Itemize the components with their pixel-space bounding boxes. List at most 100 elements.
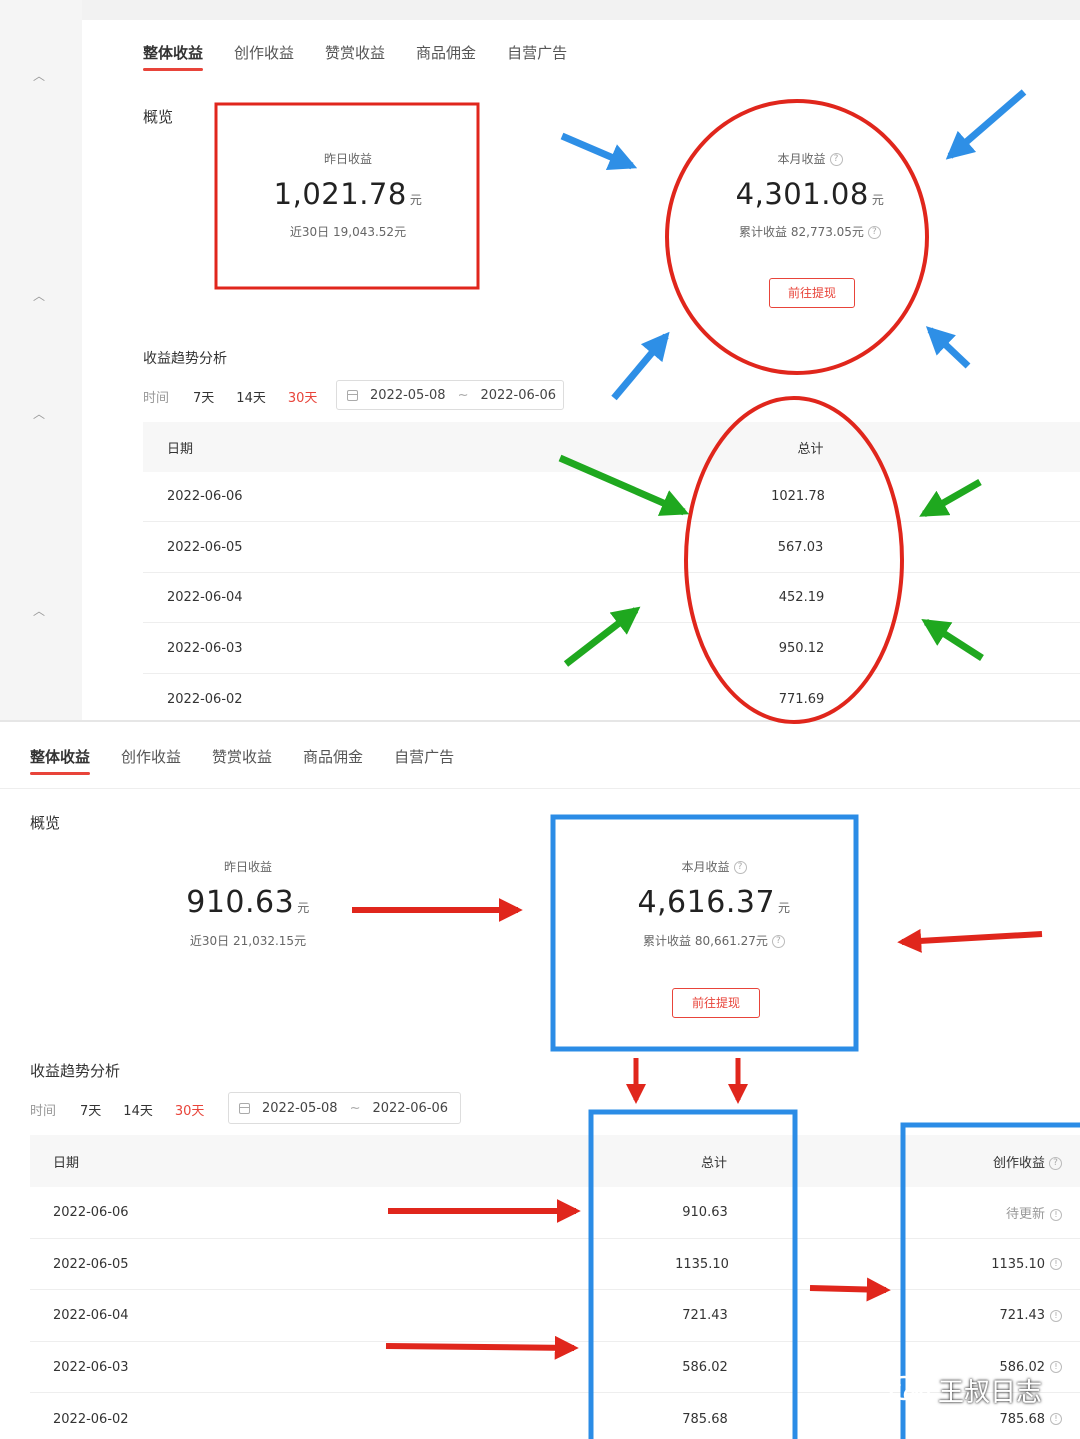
- date-start: 2022-05-08: [262, 1100, 338, 1116]
- question-circle-icon[interactable]: ?: [1049, 1156, 1062, 1170]
- table-row: 2022-06-04 721.43 721.43!: [30, 1290, 1080, 1342]
- tab-commission[interactable]: 商品佣金: [303, 747, 363, 777]
- col-total-header: 总计: [700, 1155, 727, 1171]
- unit-label: 元: [778, 901, 791, 915]
- table-row: 2022-06-06 910.63 待更新!: [30, 1187, 1080, 1239]
- table-header: 日期 总计 创作收益?: [30, 1135, 1080, 1187]
- tab-bar: 整体收益 创作收益 赞赏收益 商品佣金 自营广告: [143, 43, 598, 73]
- table-row: 2022-06-03 950.12: [143, 623, 1080, 674]
- tab-bar: 整体收益 创作收益 赞赏收益 商品佣金 自营广告: [30, 747, 485, 777]
- info-circle-icon[interactable]: !: [1050, 1258, 1062, 1270]
- yesterday-stat: 昨日收益 1,021.78 元 近30日 19,043.52元: [220, 150, 476, 240]
- tab-overall[interactable]: 整体收益: [30, 747, 91, 777]
- time-label: 时间: [143, 391, 170, 406]
- filter-30d[interactable]: 30天: [175, 1100, 205, 1119]
- table-row: 2022-06-05 1135.10 1135.10!: [30, 1239, 1080, 1290]
- row-date: 2022-06-04: [167, 590, 243, 605]
- month-label: 本月收益: [777, 152, 826, 166]
- time-label: 时间: [30, 1104, 57, 1119]
- tab-overall[interactable]: 整体收益: [143, 43, 204, 73]
- filter-14d[interactable]: 14天: [123, 1100, 153, 1119]
- table-row: 2022-06-06 1021.78: [143, 472, 1080, 522]
- date-separator: ~: [457, 387, 469, 403]
- row-creation: 待更新: [1005, 1207, 1045, 1222]
- time-filter: 时间 7天 14天 30天: [143, 387, 317, 406]
- filter-30d[interactable]: 30天: [288, 387, 318, 406]
- month-value: 4,301.08: [735, 177, 869, 211]
- table-row: 2022-06-05 567.03: [143, 522, 1080, 573]
- tab-self-ads[interactable]: 自营广告: [507, 43, 567, 73]
- chevron-up-icon[interactable]: ︿: [33, 605, 45, 617]
- month-value: 4,616.37: [637, 885, 776, 920]
- month-stat: 本月收益? 4,301.08 元 累计收益 82,773.05元?: [682, 150, 938, 240]
- overview-title: 概览: [30, 814, 61, 832]
- row-date: 2022-06-05: [53, 1256, 129, 1272]
- chevron-up-icon[interactable]: ︿: [33, 290, 45, 302]
- date-end: 2022-06-06: [480, 387, 557, 403]
- row-total: 452.19: [778, 590, 825, 605]
- filter-7d[interactable]: 7天: [80, 1100, 101, 1119]
- row-creation: 721.43: [999, 1308, 1046, 1323]
- screenshot-top: ︿ ︿ ︿ ︿ 整体收益 创作收益 赞赏收益 商品佣金 自营广告 概览 昨日收益…: [0, 0, 1080, 720]
- yesterday-value: 910.63: [186, 885, 295, 920]
- info-circle-icon[interactable]: !: [1050, 1208, 1062, 1221]
- last30-summary: 近30日 19,043.52元: [289, 225, 407, 239]
- row-total: 567.03: [777, 539, 824, 555]
- filter-14d[interactable]: 14天: [236, 387, 266, 406]
- info-circle-icon[interactable]: !: [1050, 1413, 1062, 1425]
- yesterday-label: 昨日收益: [223, 860, 272, 874]
- withdraw-button[interactable]: 前往提现: [769, 278, 855, 308]
- filter-7d[interactable]: 7天: [193, 387, 214, 406]
- row-creation: 1135.10: [991, 1256, 1045, 1272]
- chevron-up-icon[interactable]: ︿: [33, 70, 45, 82]
- row-total: 721.43: [682, 1308, 728, 1323]
- table-header: 日期 总计: [143, 422, 1080, 472]
- trend-title: 收益趋势分析: [30, 1062, 121, 1080]
- row-total: 1135.10: [675, 1256, 729, 1272]
- info-circle-icon[interactable]: !: [1050, 1361, 1062, 1373]
- row-total: 1021.78: [771, 489, 825, 504]
- col-date-header: 日期: [167, 441, 194, 457]
- calendar-icon: [347, 389, 358, 401]
- tab-tips[interactable]: 赞赏收益: [212, 747, 272, 777]
- withdraw-button[interactable]: 前往提现: [672, 988, 760, 1018]
- question-circle-icon[interactable]: ?: [867, 226, 881, 239]
- col-date-header: 日期: [53, 1155, 80, 1171]
- month-stat: 本月收益? 4,616.37 元 累计收益 80,661.27元?: [586, 858, 842, 949]
- wechat-icon: [888, 1375, 931, 1405]
- col-creation-header: 创作收益: [992, 1155, 1045, 1171]
- overview-title: 概览: [143, 108, 174, 126]
- date-range-picker[interactable]: 2022-05-08 ~ 2022-06-06: [228, 1092, 461, 1124]
- row-date: 2022-06-06: [167, 489, 243, 504]
- calendar-icon: [239, 1102, 250, 1114]
- screenshot-bottom: 整体收益 创作收益 赞赏收益 商品佣金 自营广告 概览 昨日收益 910.63 元…: [0, 722, 1080, 1439]
- question-circle-icon[interactable]: ?: [829, 153, 843, 166]
- watermark-text: 王叔日志: [938, 1378, 1043, 1408]
- date-start: 2022-05-08: [370, 387, 446, 403]
- yesterday-value: 1,021.78: [273, 177, 407, 211]
- cumulative-summary: 累计收益 80,661.27元: [643, 934, 768, 948]
- col-total-header: 总计: [797, 441, 824, 457]
- unit-label: 元: [297, 901, 310, 915]
- row-date: 2022-06-03: [167, 640, 243, 656]
- tab-divider: [0, 788, 1080, 789]
- watermark: 王叔日志: [888, 1372, 1042, 1409]
- tab-creation[interactable]: 创作收益: [234, 43, 294, 73]
- question-circle-icon[interactable]: ?: [771, 935, 785, 948]
- date-range-picker[interactable]: 2022-05-08 ~ 2022-06-06: [336, 380, 564, 410]
- question-circle-icon[interactable]: ?: [733, 861, 747, 874]
- tab-self-ads[interactable]: 自营广告: [394, 747, 454, 777]
- time-filter: 时间 7天 14天 30天: [30, 1100, 204, 1119]
- tab-commission[interactable]: 商品佣金: [416, 43, 476, 73]
- yesterday-label: 昨日收益: [323, 152, 372, 166]
- tab-tips[interactable]: 赞赏收益: [325, 43, 385, 73]
- chevron-up-icon[interactable]: ︿: [33, 408, 45, 420]
- tab-creation[interactable]: 创作收益: [121, 747, 181, 777]
- cumulative-summary: 累计收益 82,773.05元: [739, 225, 864, 239]
- info-circle-icon[interactable]: !: [1050, 1309, 1062, 1322]
- sidebar: ︿ ︿ ︿ ︿: [0, 0, 82, 720]
- row-total: 910.63: [682, 1205, 728, 1220]
- row-date: 2022-06-02: [167, 691, 243, 707]
- earnings-table: 日期 总计 2022-06-06 1021.78 2022-06-05 567.…: [143, 422, 1080, 720]
- month-label: 本月收益: [681, 860, 730, 874]
